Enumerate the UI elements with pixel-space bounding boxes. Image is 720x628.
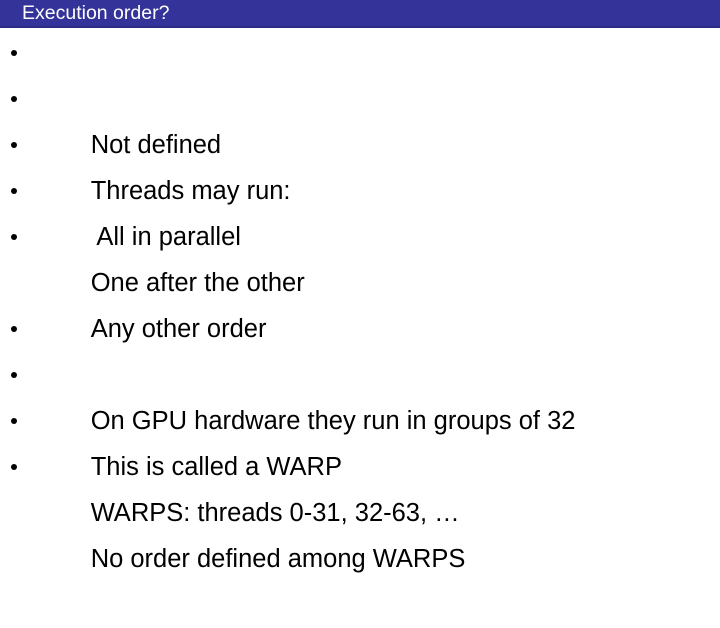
list-item: Not defined	[0, 30, 720, 159]
bullet-group-warp: On GPU hardware they run in groups of 32…	[0, 306, 720, 573]
list-item: Threads may run:	[0, 76, 720, 205]
list-item: All in parallel	[0, 122, 720, 251]
list-item: Any other order	[0, 214, 720, 343]
bullet-dot-icon	[11, 234, 17, 240]
slide-body: Not defined Threads may run: All in para…	[0, 30, 720, 573]
slide-title: Execution order?	[22, 2, 170, 24]
bullet-text: One after the other	[90, 269, 305, 297]
bullet-dot-icon	[11, 326, 17, 332]
bullet-dot-icon	[11, 372, 17, 378]
bullet-text: WARPS: threads 0-31, 32-63, …	[90, 499, 460, 527]
list-item: On GPU hardware they run in groups of 32	[0, 306, 720, 435]
slide-title-bar: Execution order?	[0, 0, 720, 28]
bullet-group-execution-order: Not defined Threads may run: All in para…	[0, 30, 720, 343]
bullet-dot-icon	[11, 418, 17, 424]
bullet-dot-icon	[11, 96, 17, 102]
bullet-dot-icon	[11, 50, 17, 56]
bullet-dot-icon	[11, 188, 17, 194]
slide: Execution order? Not defined Threads may…	[0, 0, 720, 573]
bullet-text: No order defined among WARPS	[90, 545, 466, 573]
list-item: One after the other	[0, 168, 720, 297]
bullet-dot-icon	[11, 142, 17, 148]
bullet-dot-icon	[11, 464, 17, 470]
list-item: No order defined among WARPS	[0, 444, 720, 573]
list-item: WARPS: threads 0-31, 32-63, …	[0, 398, 720, 527]
list-item: This is called a WARP	[0, 352, 720, 481]
